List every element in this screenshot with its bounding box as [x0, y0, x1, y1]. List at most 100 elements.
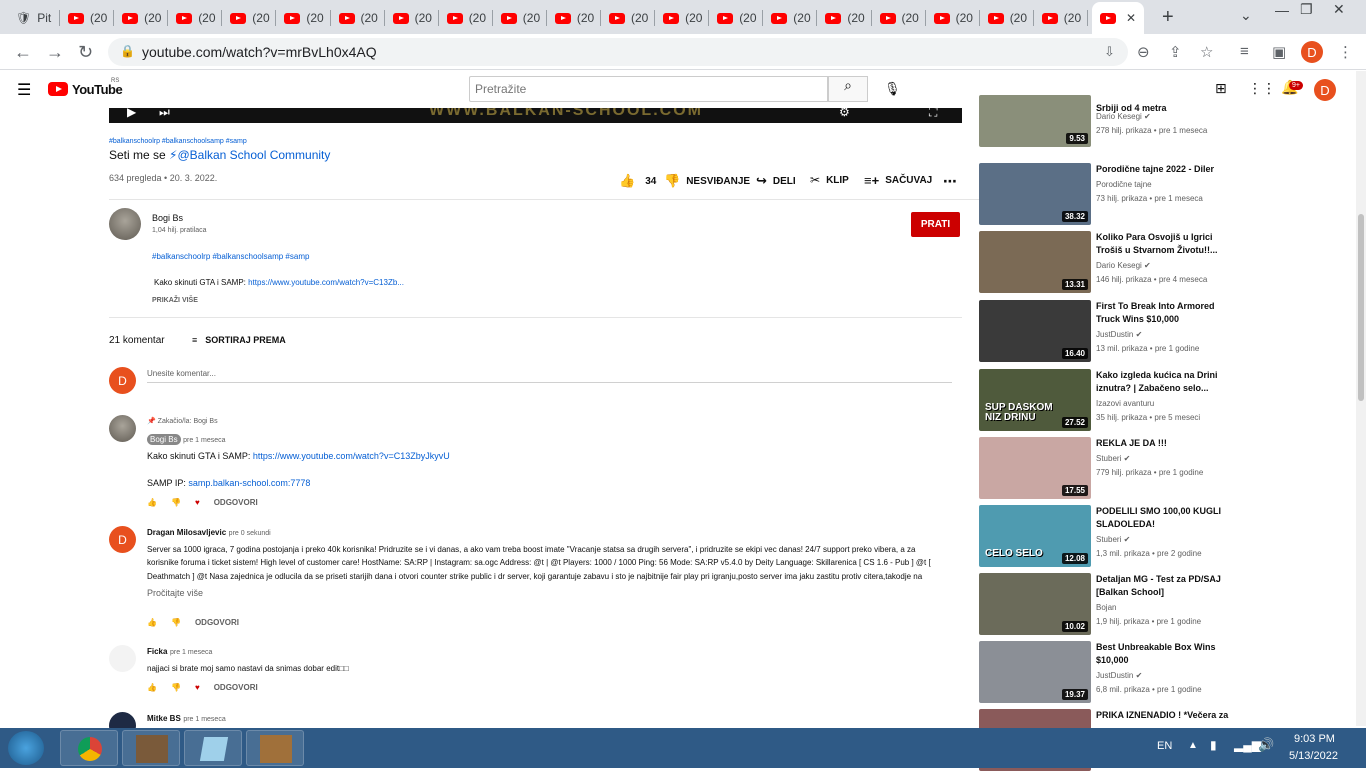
save-button[interactable]: ≡+ SAČUVAJ [864, 173, 932, 188]
restore-button[interactable]: ❐ [1300, 1, 1313, 18]
related-video-card[interactable]: 17.55 REKLA JE DA !!! Stuberi ✔ 779 hilj. p… [979, 437, 1239, 501]
more-actions-icon[interactable]: ⋯ [943, 173, 957, 190]
related-video-card[interactable]: 19.37 Best Unbreakable Box Wins $10,000 Ju… [979, 641, 1239, 705]
related-video-card[interactable]: 13.31 Koliko Para Osvojiš u Igrici Trošiš… [979, 231, 1239, 295]
tab-search-chevron-icon[interactable]: ⌄ [1240, 7, 1252, 24]
description-hashtags[interactable]: #balkanschoolrp #balkanschoolsamp #samp [152, 252, 309, 261]
tab-youtube[interactable]: (20 [709, 4, 761, 32]
video-thumbnail[interactable]: CELO SELO 12.08 [979, 505, 1091, 567]
video-thumbnail[interactable]: 16.40 [979, 300, 1091, 362]
reply-button[interactable]: ODGOVORI [195, 618, 239, 627]
related-video-card[interactable]: 10.02 Detaljan MG - Test za PD/SAJ [Balka… [979, 573, 1239, 637]
fullscreen-icon[interactable]: ⛶ [929, 108, 937, 120]
tab-youtube[interactable]: (20 [385, 4, 437, 32]
related-video-card[interactable]: CELO SELO 12.08 PODELILI SMO 100,00 KUGLI … [979, 505, 1239, 569]
like-comment-icon[interactable]: 👍 [147, 618, 157, 627]
reload-button[interactable]: ↻ [78, 42, 93, 63]
taskbar-chrome[interactable] [60, 730, 118, 766]
like-button[interactable]: 👍 34 [619, 173, 656, 189]
channel-name[interactable]: Stuberi ✔ [1096, 454, 1130, 463]
share-button[interactable]: ↪ DELI [756, 173, 796, 189]
side-panel-icon[interactable]: ▣ [1272, 43, 1286, 61]
description-link[interactable]: https://www.youtube.com/watch?v=C13Zb... [248, 278, 404, 287]
channel-name[interactable]: Stuberi ✔ [1096, 535, 1130, 544]
tray-device-icon[interactable]: ▮ [1210, 738, 1217, 752]
tab-youtube[interactable]: (20 [655, 4, 707, 32]
video-hashtags[interactable]: #balkanschoolrp #balkanschoolsamp #samp [109, 138, 247, 145]
dislike-comment-icon[interactable]: 👎 [171, 683, 181, 692]
tab-active[interactable]: ✕ [1092, 2, 1144, 34]
comment-author[interactable]: Ficka [147, 647, 167, 656]
next-icon[interactable]: ⏭ [159, 108, 170, 120]
reply-button[interactable]: ODGOVORI [214, 683, 258, 692]
dislike-comment-icon[interactable]: 👎 [171, 618, 181, 627]
reading-list-icon[interactable]: ≡ [1240, 43, 1249, 60]
back-button[interactable]: ← [14, 42, 32, 63]
video-thumbnail[interactable]: SUP DASKOM NIZ DRINU 27.52 [979, 369, 1091, 431]
dislike-button[interactable]: 👎 NESVIĐANJE [664, 173, 750, 189]
video-title[interactable]: Detaljan MG - Test za PD/SAJ [Balkan Sch… [1096, 573, 1236, 599]
youtube-logo-text[interactable]: YouTube [72, 82, 123, 97]
start-button[interactable] [8, 731, 44, 765]
channel-avatar[interactable] [109, 208, 141, 240]
video-thumbnail[interactable]: 38.32 [979, 163, 1091, 225]
network-icon[interactable]: ▂▄▆ [1234, 738, 1261, 752]
page-scrollbar[interactable] [1356, 71, 1366, 726]
video-title-link[interactable]: ⚡@Balkan School Community [169, 148, 330, 162]
tray-expand-icon[interactable]: ▲ [1188, 740, 1198, 751]
tab-youtube[interactable]: (20 [926, 4, 978, 32]
tab-youtube[interactable]: (20 [547, 4, 599, 32]
video-title[interactable]: PODELILI SMO 100,00 KUGLI SLADOLEDA! [1096, 505, 1236, 531]
channel-name[interactable]: Bogi Bs [152, 213, 183, 223]
close-tab-icon[interactable]: ✕ [1126, 11, 1136, 25]
comment-author[interactable]: Mitke BS [147, 714, 181, 723]
tab-youtube[interactable]: (20 [439, 4, 491, 32]
tab-youtube[interactable]: (20 [601, 4, 653, 32]
comment-author-badge[interactable]: Bogi Bs [147, 433, 181, 445]
tab-youtube[interactable]: (20 [1034, 4, 1086, 32]
related-video-card[interactable]: 9.53 Srbiji od 4 metra Dario Kesegi ✔ 278 h… [979, 95, 1239, 159]
video-player[interactable]: WWW.BALKAN-SCHOOL.COM ▶ ⏭ ⚙ ⛶ [109, 108, 962, 123]
channel-name[interactable]: Bojan [1096, 603, 1116, 612]
video-thumbnail[interactable]: 13.31 [979, 231, 1091, 293]
account-avatar[interactable]: D [1314, 79, 1336, 101]
clock-time[interactable]: 9:03 PM [1294, 733, 1335, 745]
video-thumbnail[interactable]: 9.53 [979, 95, 1091, 147]
tab-youtube[interactable]: (20 [168, 4, 220, 32]
video-title[interactable]: REKLA JE DA !!! [1096, 437, 1236, 450]
channel-name[interactable]: Izazovi avanturu [1096, 399, 1154, 408]
language-indicator[interactable]: EN [1157, 740, 1172, 752]
related-video-card[interactable]: SUP DASKOM NIZ DRINU 27.52 Kako izgleda ku… [979, 369, 1239, 433]
play-icon[interactable]: ▶ [127, 108, 136, 119]
channel-name[interactable]: Porodične tajne [1096, 180, 1152, 189]
search-button[interactable]: ⌕ [828, 76, 868, 102]
taskbar-app[interactable] [122, 730, 180, 766]
settings-gear-icon[interactable]: ⚙ [839, 108, 850, 119]
subscribe-button[interactable]: PRATI [911, 212, 960, 237]
comment-avatar[interactable] [109, 712, 136, 728]
video-title[interactable]: Best Unbreakable Box Wins $10,000 [1096, 641, 1236, 667]
video-title[interactable]: Koliko Para Osvojiš u Igrici Trošiš u St… [1096, 231, 1236, 257]
taskbar-notepad[interactable] [184, 730, 242, 766]
video-title[interactable]: Porodične tajne 2022 - Diler [1096, 163, 1236, 176]
tab-youtube[interactable]: (20 [763, 4, 815, 32]
channel-name[interactable]: JustDustin ✔ [1096, 330, 1142, 339]
tab-youtube[interactable]: (20 [331, 4, 383, 32]
tab-youtube[interactable]: (20 [222, 4, 274, 32]
minimize-button[interactable]: — [1275, 2, 1289, 18]
video-thumbnail[interactable]: 10.02 [979, 573, 1091, 635]
share-icon[interactable]: ⇪ [1169, 43, 1182, 61]
channel-name[interactable]: JustDustin ✔ [1096, 671, 1142, 680]
related-video-card[interactable]: 16.40 First To Break Into Armored Truck W… [979, 300, 1239, 364]
read-more-link[interactable]: Pročitajte više [147, 587, 947, 601]
forward-button[interactable]: → [46, 42, 64, 63]
reply-button[interactable]: ODGOVORI [214, 498, 258, 507]
tab-youtube[interactable]: (20 [980, 4, 1032, 32]
bookmark-star-icon[interactable]: ☆ [1200, 43, 1213, 61]
tab-youtube[interactable]: (20 [872, 4, 924, 32]
profile-avatar[interactable]: D [1301, 41, 1323, 63]
like-comment-icon[interactable]: 👍 [147, 498, 157, 507]
video-title[interactable]: PRIKA IZNENADIO ! *Večera za [1096, 709, 1236, 722]
like-comment-icon[interactable]: 👍 [147, 683, 157, 692]
related-video-card[interactable]: 38.32 Porodične tajne 2022 - Diler Porodič… [979, 163, 1239, 227]
